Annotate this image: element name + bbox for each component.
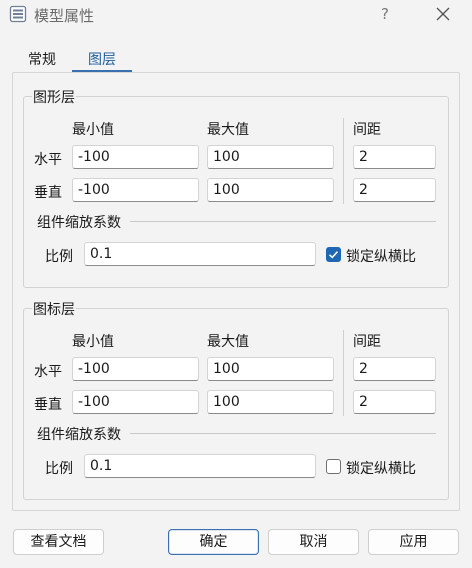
column-separator	[343, 330, 344, 416]
ratio-label: 比例	[45, 461, 73, 477]
help-button[interactable]: ?	[372, 3, 398, 25]
max-header: 最大值	[207, 122, 249, 138]
cancel-button[interactable]: 取消	[268, 529, 359, 555]
icon-horizontal-max-input[interactable]: 100	[207, 357, 334, 381]
ratio-label: 比例	[45, 249, 73, 265]
apply-button[interactable]: 应用	[368, 529, 459, 555]
vertical-label: 垂直	[34, 397, 62, 413]
icon-scale-divider	[130, 433, 436, 434]
graphic-vertical-spacing-input[interactable]: 2	[353, 178, 436, 202]
window-title: 模型属性	[34, 7, 95, 25]
min-header: 最小值	[72, 122, 114, 138]
icon-vertical-max-input[interactable]: 100	[207, 390, 334, 414]
horizontal-label: 水平	[34, 364, 62, 380]
tab-general[interactable]: 常规	[28, 49, 64, 71]
graphic-horizontal-max-input[interactable]: 100	[207, 145, 334, 169]
graphic-vertical-max-input[interactable]: 100	[207, 178, 334, 202]
graphic-scale-title: 组件缩放系数	[36, 212, 122, 232]
icon-vertical-spacing-input[interactable]: 2	[353, 390, 436, 414]
graphic-lock-aspect-checkbox[interactable]	[326, 247, 341, 262]
checkmark-icon	[328, 251, 339, 259]
tab-layers[interactable]: 图层	[88, 49, 122, 71]
icon-lock-aspect-checkbox[interactable]	[326, 459, 341, 474]
icon-layer-title: 图标层	[32, 299, 76, 319]
vertical-label: 垂直	[34, 185, 62, 201]
graphic-scale-divider	[130, 221, 436, 222]
icon-horizontal-spacing-input[interactable]: 2	[353, 357, 436, 381]
title-bar: 模型属性 ?	[0, 0, 472, 30]
graphic-lock-aspect-label[interactable]: 锁定纵横比	[346, 246, 416, 266]
icon-scale-title: 组件缩放系数	[36, 424, 122, 444]
icon-ratio-input[interactable]: 0.1	[84, 454, 316, 478]
icon-vertical-min-input[interactable]: -100	[72, 390, 199, 414]
graphic-vertical-min-input[interactable]: -100	[72, 178, 199, 202]
close-icon[interactable]	[430, 3, 456, 25]
max-header: 最大值	[207, 334, 249, 350]
spacing-header: 间距	[353, 334, 381, 350]
column-separator	[343, 118, 344, 204]
model-window-icon	[9, 5, 27, 23]
graphic-horizontal-min-input[interactable]: -100	[72, 145, 199, 169]
icon-lock-aspect-label[interactable]: 锁定纵横比	[346, 458, 416, 478]
graphic-ratio-input[interactable]: 0.1	[84, 242, 316, 266]
graphic-horizontal-spacing-input[interactable]: 2	[353, 145, 436, 169]
graphic-layer-title: 图形层	[32, 87, 76, 107]
ok-button[interactable]: 确定	[168, 529, 259, 555]
min-header: 最小值	[72, 334, 114, 350]
icon-horizontal-min-input[interactable]: -100	[72, 357, 199, 381]
view-docs-button[interactable]: 查看文档	[13, 529, 104, 555]
horizontal-label: 水平	[34, 152, 62, 168]
spacing-header: 间距	[353, 122, 381, 138]
